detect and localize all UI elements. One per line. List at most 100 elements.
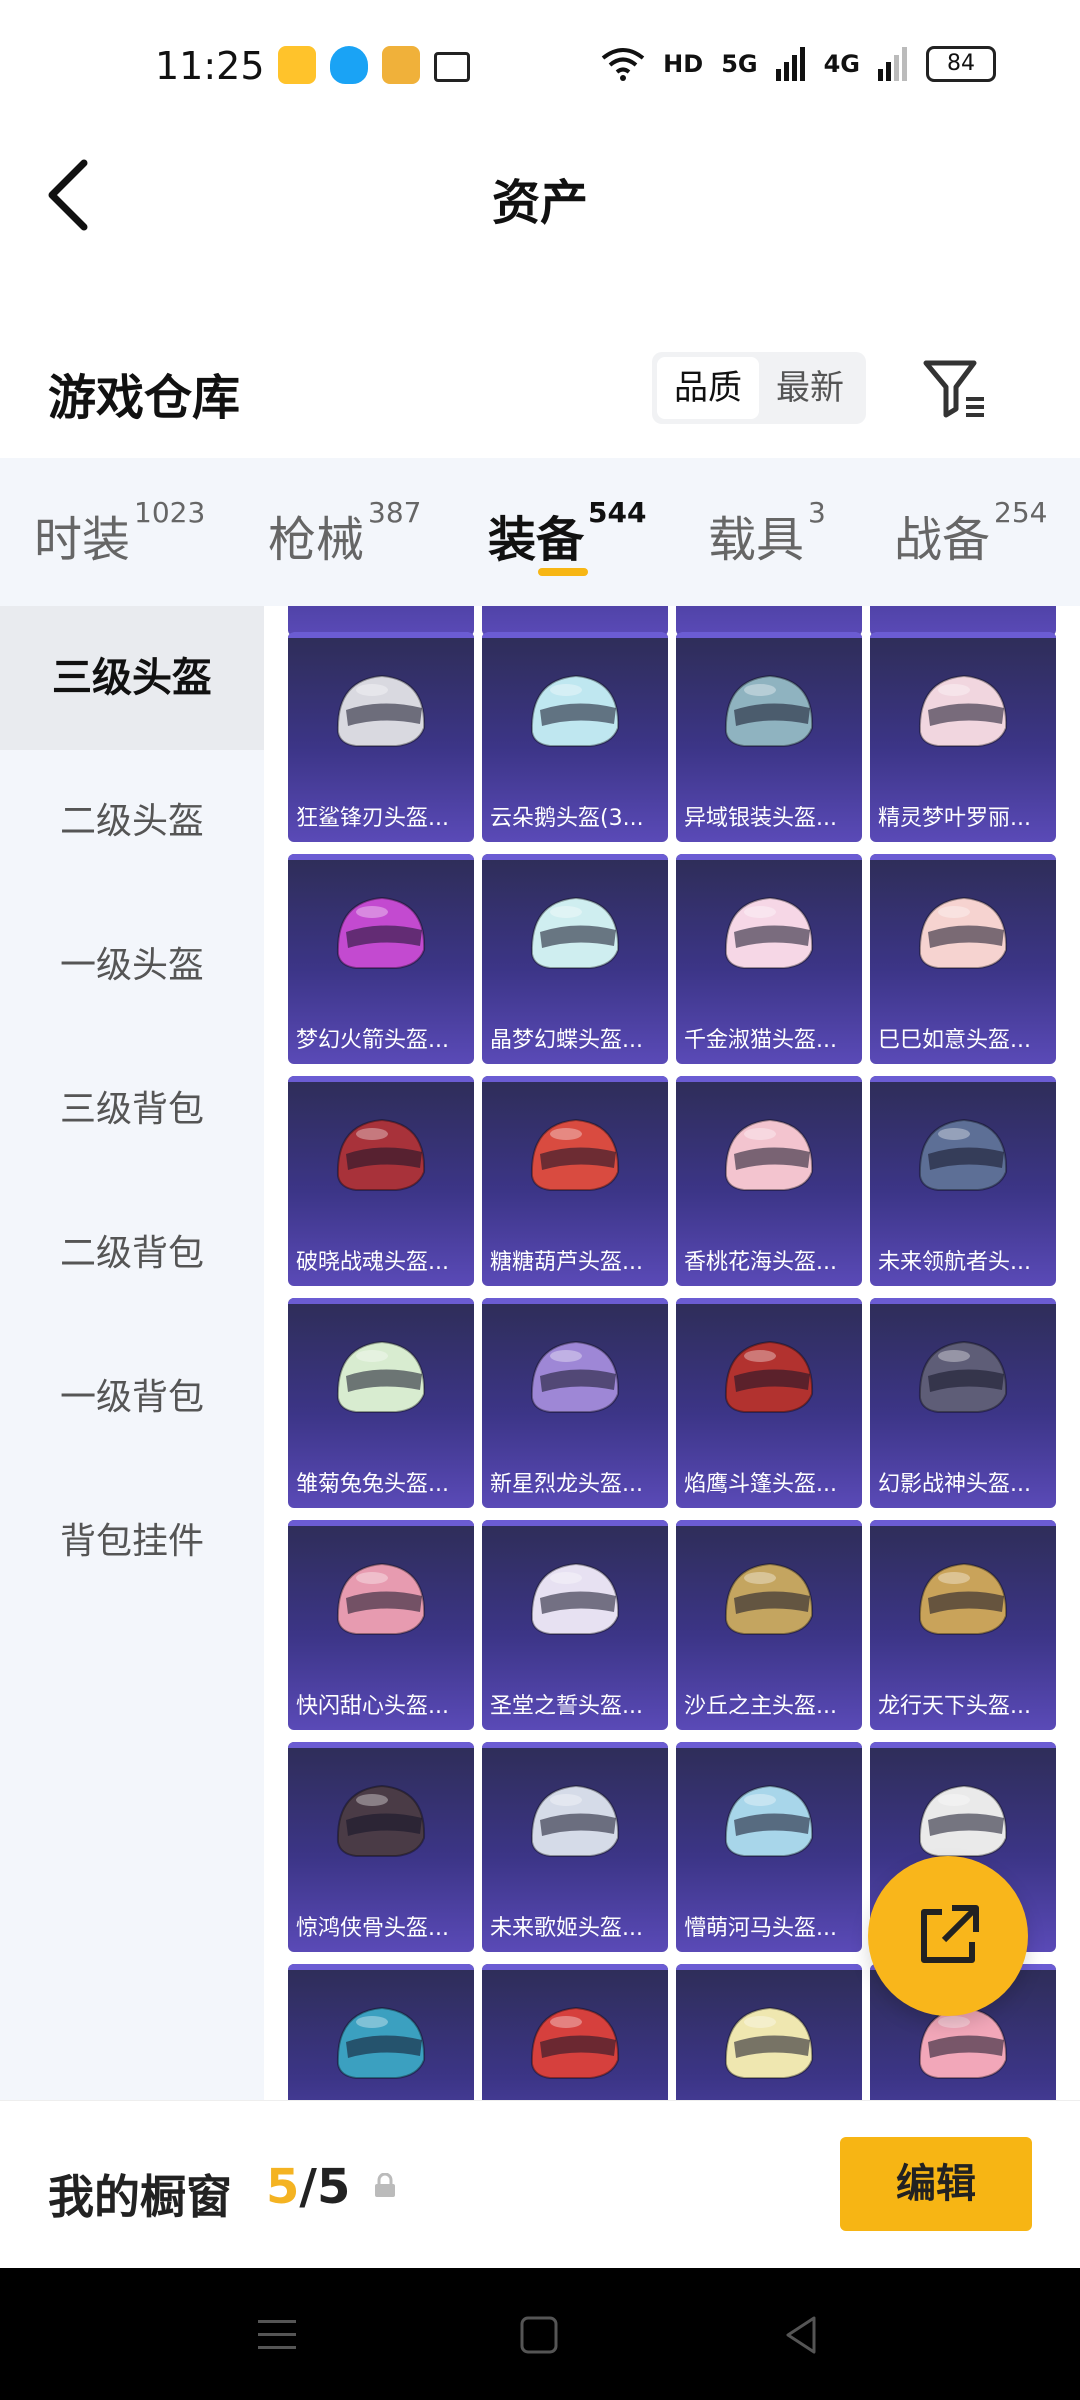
tab-vehicles[interactable]: 载具 3 xyxy=(708,496,826,570)
item-card[interactable] xyxy=(676,1964,862,2100)
item-card[interactable]: 龙行天下头盔... xyxy=(870,1520,1056,1730)
showcase-current: 5 xyxy=(266,2159,300,2215)
lock-icon xyxy=(375,2173,395,2197)
item-card[interactable]: 异域银装头盔... xyxy=(676,632,862,842)
wifi-icon xyxy=(601,48,645,81)
item-card[interactable] xyxy=(482,1964,668,2100)
item-card[interactable]: 沙丘之主头盔... xyxy=(676,1520,862,1730)
tab-count: 254 xyxy=(994,496,1048,529)
item-card[interactable]: 破晓战魂头盔... xyxy=(288,1076,474,1286)
helmet-icon xyxy=(336,674,426,747)
qq-notification-icon xyxy=(330,46,368,84)
helmet-icon xyxy=(530,1562,620,1635)
status-time: 11:25 xyxy=(155,44,265,88)
helmet-icon xyxy=(336,896,426,969)
item-card[interactable]: 雏菊兔兔头盔... xyxy=(288,1298,474,1508)
signal-5g: 5G xyxy=(721,50,758,78)
item-name: 狂鲨锋刃头盔... xyxy=(296,806,449,831)
item-name: 梦幻火箭头盔... xyxy=(296,1028,449,1053)
sidebar-item-level1-backpack[interactable]: 一级背包 xyxy=(0,1326,264,1470)
item-card[interactable]: 香桃花海头盔... xyxy=(676,1076,862,1286)
sidebar-item-level2-backpack[interactable]: 二级背包 xyxy=(0,1182,264,1326)
status-icons: HD 5G 4G 84 xyxy=(601,44,996,84)
app-header: 资产 xyxy=(0,135,1080,255)
warehouse-title: 游戏仓库 xyxy=(48,370,241,426)
item-name: 未来歌姬头盔... xyxy=(490,1916,643,1941)
sort-quality-button[interactable]: 品质 xyxy=(657,357,759,419)
sidebar-item-level1-helmet[interactable]: 一级头盔 xyxy=(0,894,264,1038)
item-name: 沙丘之主头盔... xyxy=(684,1694,837,1719)
item-card[interactable]: 云朵鹅头盔(3... xyxy=(482,632,668,842)
tab-label: 战备 xyxy=(894,512,991,568)
item-name: 香桃花海头盔... xyxy=(684,1250,837,1275)
sort-toggle: 品质 最新 xyxy=(652,352,866,424)
active-tab-indicator xyxy=(538,568,588,576)
item-name: 圣堂之誓头盔... xyxy=(490,1694,643,1719)
game-notification-icon xyxy=(382,46,420,84)
item-name: 精灵梦叶罗丽... xyxy=(878,806,1031,831)
helmet-icon xyxy=(336,1562,426,1635)
tab-count: 1023 xyxy=(134,496,206,529)
signal-bars-icon-2 xyxy=(878,47,907,81)
sort-latest-button[interactable]: 最新 xyxy=(759,357,861,419)
item-card[interactable]: 糖糖葫芦头盔... xyxy=(482,1076,668,1286)
item-card[interactable]: 幻影战神头盔... xyxy=(870,1298,1056,1508)
sidebar-item-backpack-pendant[interactable]: 背包挂件 xyxy=(0,1470,264,1614)
item-card[interactable]: 精灵梦叶罗丽... xyxy=(870,632,1056,842)
item-card[interactable]: 巳巳如意头盔... xyxy=(870,854,1056,1064)
helmet-icon xyxy=(530,674,620,747)
helmet-icon xyxy=(724,1118,814,1191)
tab-weapons[interactable]: 枪械 387 xyxy=(268,496,421,570)
sidebar-item-level3-backpack[interactable]: 三级背包 xyxy=(0,1038,264,1182)
item-card[interactable]: 晶梦幻蝶头盔... xyxy=(482,854,668,1064)
menu-icon[interactable] xyxy=(252,2310,302,2360)
subcategory-sidebar: 三级头盔 二级头盔 一级头盔 三级背包 二级背包 一级背包 背包挂件 xyxy=(0,606,264,2100)
item-card[interactable]: 狂鲨锋刃头盔... xyxy=(288,632,474,842)
category-tabs: 时装 1023 枪械 387 装备 544 载具 3 战备 254 xyxy=(0,458,1080,606)
item-card[interactable]: 快闪甜心头盔... xyxy=(288,1520,474,1730)
app-notification-icon xyxy=(278,46,316,84)
tab-fashion[interactable]: 时装 1023 xyxy=(34,496,205,570)
item-card[interactable]: 千金淑猫头盔... xyxy=(676,854,862,1064)
helmet-icon xyxy=(918,896,1008,969)
showcase-separator: / xyxy=(299,2159,317,2215)
helmet-icon xyxy=(336,1784,426,1857)
helmet-icon xyxy=(918,1118,1008,1191)
item-name: 新星烈龙头盔... xyxy=(490,1472,643,1497)
item-card[interactable]: 懵萌河马头盔... xyxy=(676,1742,862,1952)
item-card[interactable]: 圣堂之誓头盔... xyxy=(482,1520,668,1730)
item-name: 焰鹰斗篷头盔... xyxy=(684,1472,837,1497)
back-nav-icon[interactable] xyxy=(776,2310,826,2360)
item-name: 雏菊兔兔头盔... xyxy=(296,1472,449,1497)
helmet-icon xyxy=(530,896,620,969)
filter-button[interactable] xyxy=(920,355,990,425)
showcase-label: 我的橱窗 xyxy=(48,2170,232,2224)
home-icon[interactable] xyxy=(514,2310,564,2360)
warehouse-header: 游戏仓库 品质 最新 xyxy=(0,330,1080,450)
hd-indicator: HD xyxy=(663,50,704,78)
item-card[interactable]: 梦幻火箭头盔... xyxy=(288,854,474,1064)
system-nav-bar xyxy=(0,2268,1080,2400)
item-name: 千金淑猫头盔... xyxy=(684,1028,837,1053)
signal-bars-icon xyxy=(775,47,805,81)
item-card[interactable]: 新星烈龙头盔... xyxy=(482,1298,668,1508)
item-card[interactable]: 焰鹰斗篷头盔... xyxy=(676,1298,862,1508)
sidebar-item-level3-helmet[interactable]: 三级头盔 xyxy=(0,606,264,750)
helmet-icon xyxy=(530,1340,620,1413)
tab-equipment[interactable]: 装备 544 xyxy=(488,496,646,570)
item-card[interactable]: 未来领航者头... xyxy=(870,1076,1056,1286)
item-card[interactable] xyxy=(288,1964,474,2100)
tab-supplies[interactable]: 战备 254 xyxy=(894,496,1047,570)
helmet-icon xyxy=(724,1562,814,1635)
showcase-total: 5 xyxy=(316,2159,351,2215)
share-fab[interactable] xyxy=(868,1856,1028,2016)
item-card[interactable]: 未来歌姬头盔... xyxy=(482,1742,668,1952)
helmet-icon xyxy=(918,1562,1008,1635)
item-name: 云朵鹅头盔(3... xyxy=(490,806,644,831)
item-card[interactable]: 惊鸿侠骨头盔... xyxy=(288,1742,474,1952)
edit-button[interactable]: 编辑 xyxy=(840,2137,1032,2231)
item-name: 懵萌河马头盔... xyxy=(684,1916,837,1941)
page-title: 资产 xyxy=(491,175,588,231)
sidebar-item-level2-helmet[interactable]: 二级头盔 xyxy=(0,750,264,894)
helmet-icon xyxy=(336,1118,426,1191)
